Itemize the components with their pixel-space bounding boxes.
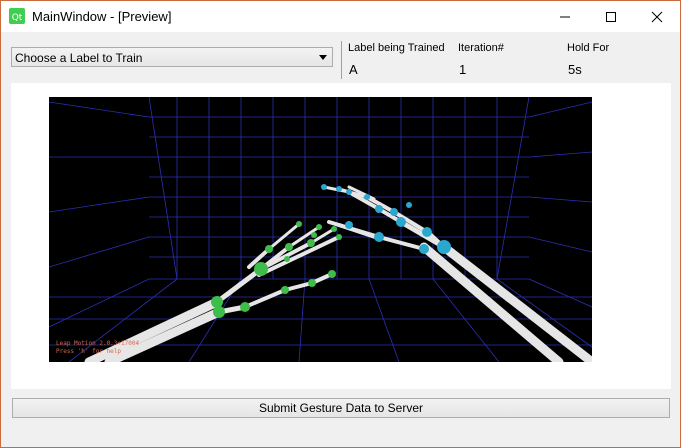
help-hint-text: Press 'h' for help <box>56 348 122 355</box>
window-title: MainWindow - [Preview] <box>32 9 172 24</box>
leap-visualizer: Leap Motion 2.0.3+17004 Press 'h' for he… <box>49 97 592 362</box>
minimize-button[interactable] <box>542 1 588 32</box>
submit-button[interactable]: Submit Gesture Data to Server <box>12 398 670 418</box>
separator <box>341 41 342 79</box>
label-value: A <box>349 62 358 77</box>
maximize-icon <box>606 11 616 22</box>
label-select[interactable]: Choose a Label to Train <box>11 47 333 67</box>
iteration-header: Iteration# <box>458 42 504 54</box>
close-icon <box>651 11 663 22</box>
right-hand-bones <box>322 185 592 362</box>
iteration-value: 1 <box>459 62 467 77</box>
svg-text:Qt: Qt <box>12 13 23 23</box>
hold-value: 5s <box>568 62 582 77</box>
right-hand-joints <box>321 184 451 254</box>
label-header: Label being Trained <box>348 42 445 54</box>
maximize-button[interactable] <box>588 1 634 32</box>
label-select-value: Choose a Label to Train <box>15 51 143 65</box>
main-window: Qt MainWindow - [Preview] Choose a Label… <box>0 0 681 448</box>
hold-header: Hold For <box>567 42 610 54</box>
close-button[interactable] <box>634 1 680 32</box>
hand-visualization <box>49 97 592 362</box>
grid-side-walls <box>49 97 592 328</box>
chevron-down-icon <box>319 55 327 60</box>
leap-version-text: Leap Motion 2.0.3+17004 <box>56 340 140 347</box>
title-bar[interactable]: Qt MainWindow - [Preview] <box>1 1 680 32</box>
minimize-icon <box>560 16 570 17</box>
app-icon: Qt <box>9 8 25 24</box>
